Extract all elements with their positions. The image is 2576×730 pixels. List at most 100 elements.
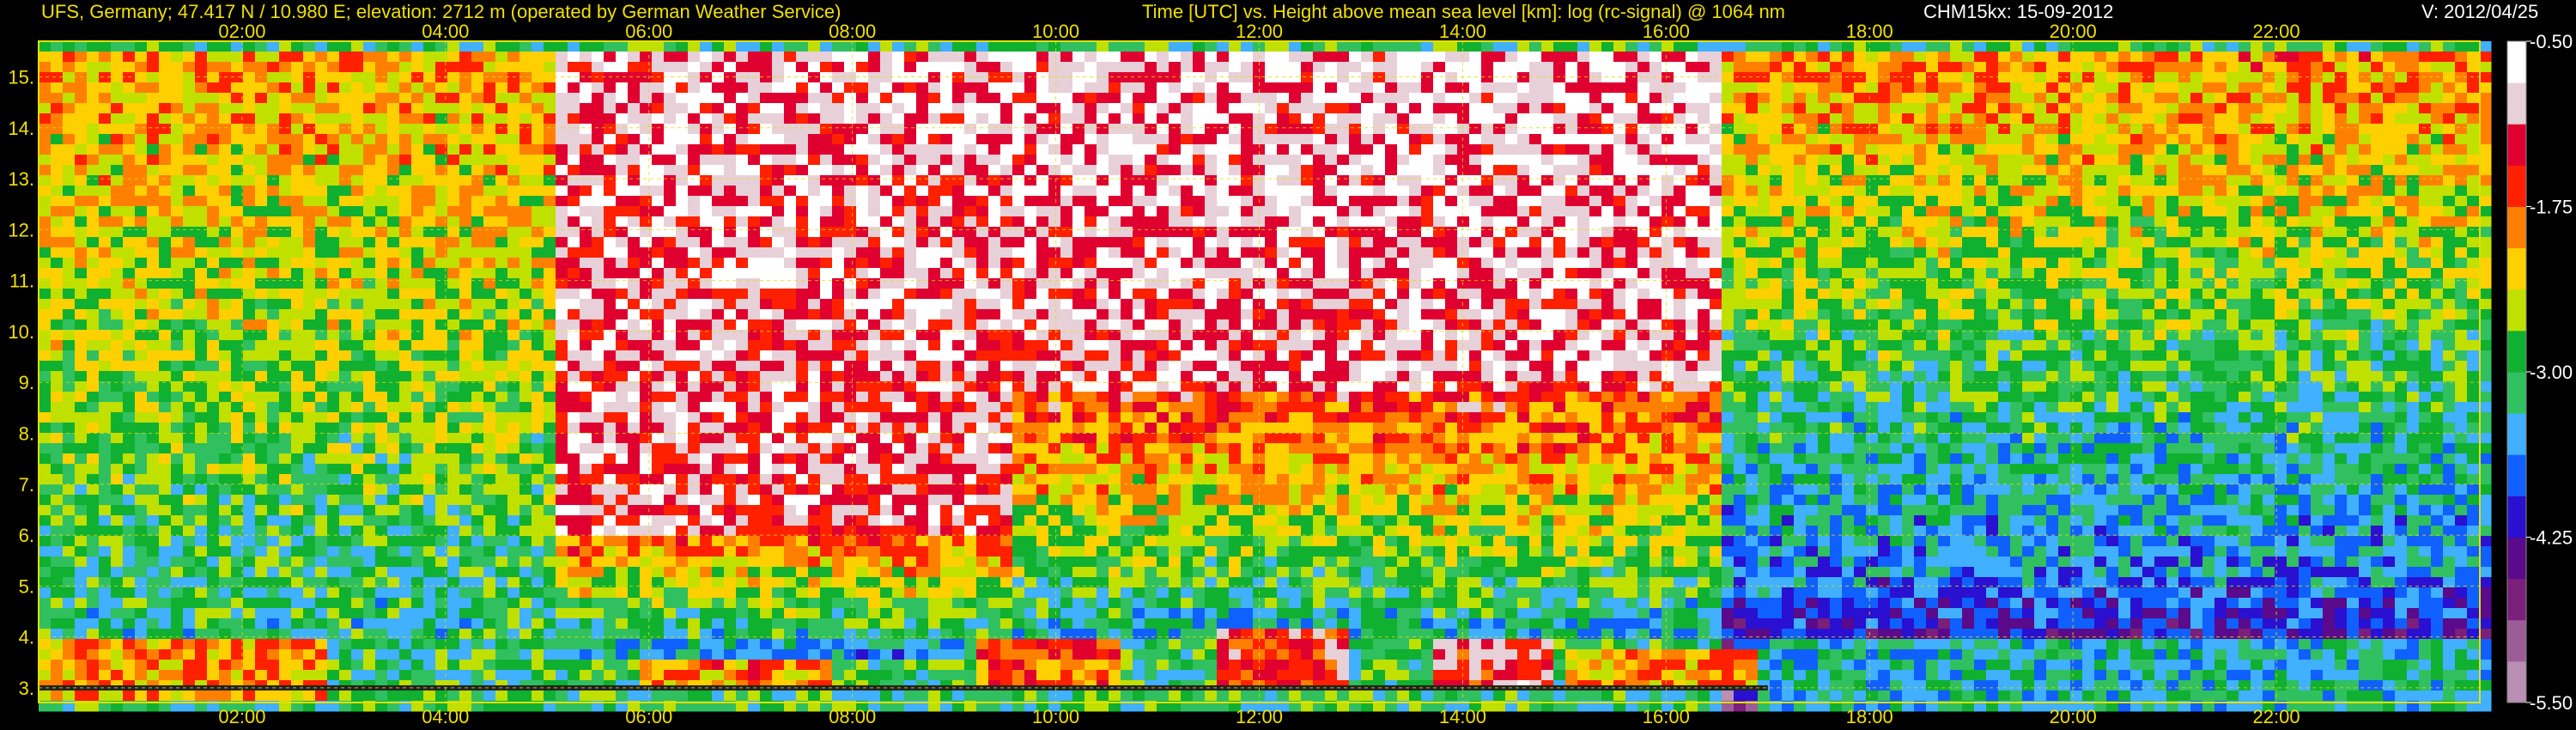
heatmap-cell (712, 103, 725, 114)
heatmap-cell (808, 381, 821, 392)
heatmap-cell (375, 268, 388, 279)
heatmap-cell (171, 495, 184, 506)
heatmap-cell (219, 608, 232, 619)
heatmap-cell (123, 546, 136, 557)
heatmap-cell (784, 660, 797, 671)
heatmap-cell (171, 464, 184, 475)
heatmap-cell (207, 392, 220, 403)
heatmap-cell (291, 350, 304, 362)
heatmap-cell (243, 289, 256, 300)
heatmap-cell (183, 629, 196, 640)
heatmap-cell (712, 587, 725, 599)
heatmap-cell (147, 371, 160, 382)
heatmap-cell (447, 690, 460, 702)
heatmap-cell (676, 144, 689, 155)
heatmap-cell (519, 474, 532, 485)
heatmap-cell (111, 299, 124, 310)
heatmap-cell (652, 144, 665, 155)
heatmap-cell (640, 299, 653, 310)
heatmap-cell (844, 423, 857, 434)
heatmap-cell (904, 433, 917, 444)
heatmap-cell (676, 196, 689, 207)
heatmap-cell (724, 670, 737, 681)
heatmap-cell (952, 515, 965, 526)
heatmap-cell (315, 546, 328, 557)
heatmap-cell (664, 495, 677, 506)
heatmap-cell (387, 41, 400, 52)
heatmap-cell (640, 536, 653, 547)
heatmap-cell (243, 62, 256, 73)
heatmap-cell (183, 608, 196, 619)
heatmap-cell (880, 587, 893, 599)
heatmap-cell (796, 52, 809, 63)
heatmap-cell (183, 557, 196, 568)
heatmap-cell (904, 618, 917, 630)
heatmap-cell (87, 546, 100, 557)
heatmap-cell (147, 649, 160, 660)
heatmap-cell (123, 505, 136, 516)
heatmap-cell (459, 453, 472, 465)
heatmap-cell (99, 258, 112, 269)
heatmap-cell (820, 258, 833, 269)
heatmap-cell (568, 453, 580, 465)
heatmap-cell (279, 587, 292, 599)
heatmap-cell (327, 165, 340, 176)
heatmap-cell (748, 82, 761, 94)
heatmap-cell (291, 618, 304, 630)
heatmap-cell (279, 660, 292, 671)
heatmap-cell (844, 402, 857, 413)
heatmap-cell (628, 412, 641, 423)
heatmap-cell (556, 247, 568, 259)
heatmap-cell (640, 587, 653, 599)
heatmap-cell (676, 546, 689, 557)
heatmap-cell (736, 216, 749, 228)
heatmap-cell (75, 587, 88, 599)
heatmap-cell (904, 72, 917, 83)
heatmap-cell (135, 567, 148, 578)
heatmap-cell (736, 649, 749, 660)
heatmap-cell (495, 350, 508, 362)
heatmap-cell (916, 113, 929, 125)
heatmap-cell (808, 515, 821, 526)
heatmap-cell (387, 474, 400, 485)
heatmap-cell (255, 196, 268, 207)
heatmap-cell (712, 690, 725, 702)
heatmap-cell (772, 206, 785, 217)
heatmap-cell (183, 567, 196, 578)
heatmap-cell (544, 124, 556, 135)
heatmap-cell (339, 340, 352, 351)
heatmap-cell (159, 350, 172, 362)
heatmap-cell (459, 587, 472, 599)
heatmap-cell (231, 557, 244, 568)
heatmap-cell (303, 237, 316, 248)
heatmap-cell (580, 237, 592, 248)
heatmap-cell (483, 453, 496, 465)
heatmap-cell (760, 268, 773, 279)
heatmap-cell (880, 515, 893, 526)
heatmap-cell (519, 453, 532, 465)
heatmap-cell (688, 350, 701, 362)
heatmap-cell (75, 618, 88, 630)
heatmap-cell (219, 309, 232, 320)
heatmap-cell (375, 402, 388, 413)
heatmap-cell (75, 690, 88, 702)
heatmap-cell (375, 144, 388, 155)
heatmap-cell (772, 505, 785, 516)
heatmap-cell (423, 412, 436, 423)
heatmap-cell (363, 196, 376, 207)
heatmap-cell (423, 649, 436, 660)
heatmap-cell (568, 495, 580, 506)
heatmap-cell (652, 474, 665, 485)
heatmap-cell (664, 598, 677, 609)
heatmap-cell (39, 392, 52, 403)
heatmap-cell (676, 474, 689, 485)
heatmap-cell (519, 186, 532, 197)
heatmap-cell (688, 371, 701, 382)
heatmap-cell (315, 402, 328, 413)
heatmap-cell (147, 103, 160, 114)
heatmap-cell (616, 423, 629, 434)
heatmap-cell (652, 505, 665, 516)
heatmap-cell (532, 598, 544, 609)
heatmap-cell (375, 484, 388, 496)
heatmap-cell (255, 660, 268, 671)
